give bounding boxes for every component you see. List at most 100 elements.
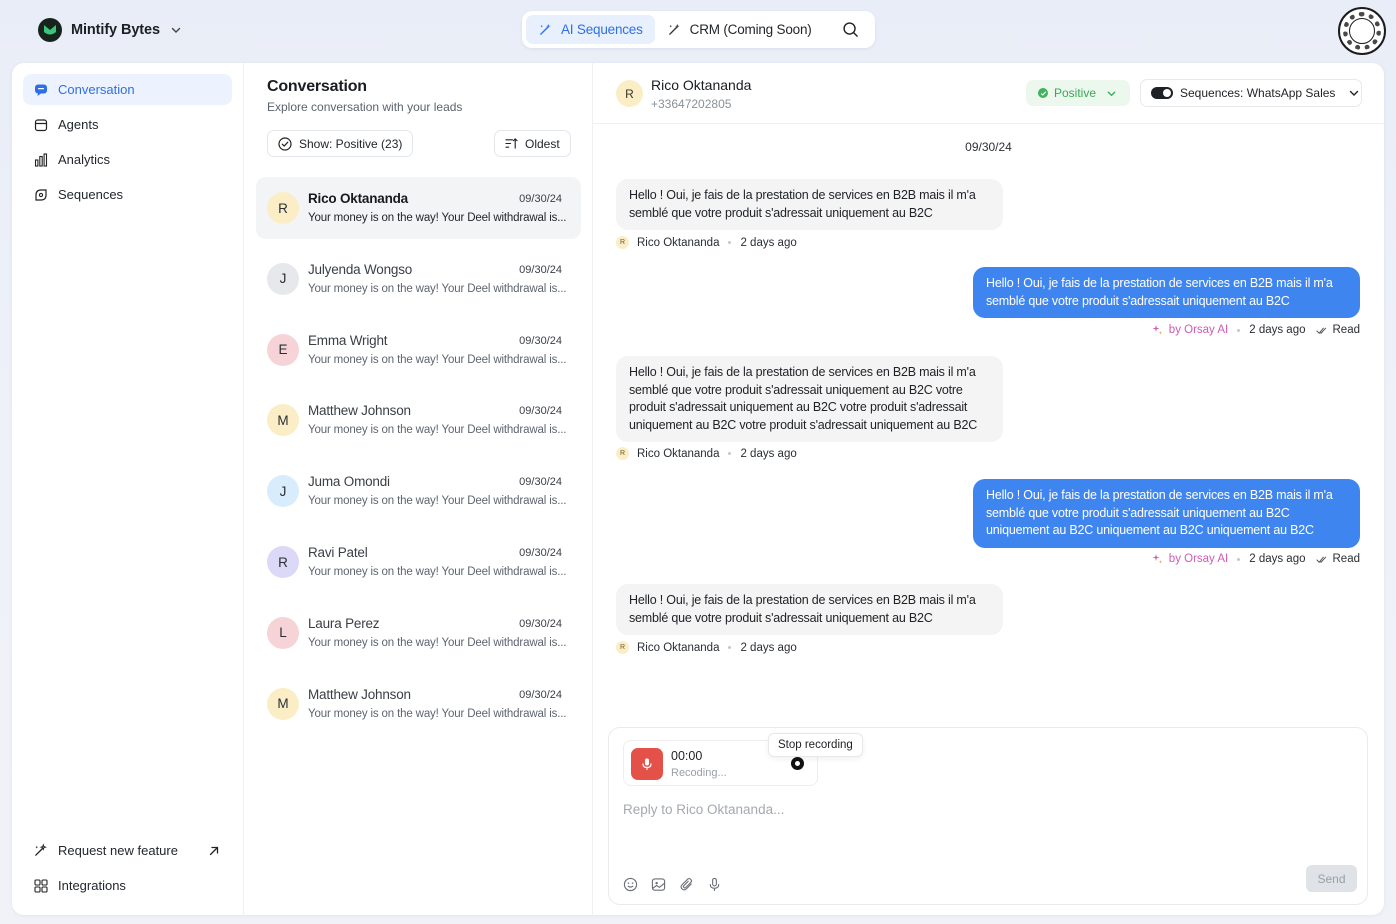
reply-input[interactable] [623, 796, 1343, 822]
message-time: 2 days ago [740, 641, 797, 654]
sidebar-item-label: Agents [58, 117, 99, 132]
status-dropdown[interactable]: Positive [1026, 80, 1130, 106]
recording-timer: 00:00 [671, 749, 703, 763]
message-meta: R Rico Oktananda 2 days ago [616, 447, 797, 460]
sidebar-item-agents[interactable]: Agents [23, 109, 232, 140]
message-time: 2 days ago [740, 447, 797, 460]
tab-ai-sequences[interactable]: AI Sequences [526, 15, 655, 44]
reply-composer: 00:00 Recoding... Stop recording Reply t… [608, 727, 1368, 905]
grid-icon [33, 878, 48, 893]
agent-icon [33, 117, 48, 132]
profile-badge-icon[interactable] [1338, 7, 1386, 55]
separator-dot [728, 241, 732, 244]
message-time: 2 days ago [740, 236, 797, 249]
double-check-icon [1315, 325, 1327, 336]
message-meta: by Orsay AI 2 days ago Read [1151, 553, 1360, 565]
separator-dot [1237, 557, 1241, 561]
chevron-down-icon [1348, 87, 1360, 99]
separator-dot [728, 452, 732, 455]
double-check-icon [1315, 554, 1327, 565]
avatar: J [267, 262, 299, 295]
sort-label: Oldest [525, 136, 560, 151]
conversation-date: 09/30/24 [519, 547, 562, 559]
conversation-preview: Your money is on the way! Your Deel with… [308, 495, 567, 508]
message-sender: Rico Oktananda [637, 641, 720, 654]
conversation-name: Ravi Patel [308, 545, 368, 560]
sidebar-item-label: Integrations [58, 878, 126, 893]
avatar: R [616, 236, 629, 249]
conversation-item[interactable]: R Rico Oktananda 09/30/24 Your money is on … [256, 177, 581, 239]
conversation-item[interactable]: L Laura Perez 09/30/24 Your money is on the… [256, 602, 581, 664]
microphone-icon[interactable] [707, 877, 722, 892]
sequence-dropdown[interactable]: Sequences: WhatsApp Sales [1140, 79, 1362, 107]
conversation-item[interactable]: M Matthew Johnson 09/30/24 Your money is on… [256, 389, 581, 451]
avatar: M [267, 687, 299, 720]
conversation-item[interactable]: J Julyenda Wongso 09/30/24 Your money is on… [256, 248, 581, 310]
conversation-name: Matthew Johnson [308, 403, 411, 419]
sidebar-item-analytics[interactable]: Analytics [23, 144, 232, 175]
chat-icon [33, 82, 48, 97]
separator-dot [1237, 328, 1241, 332]
message-meta: R Rico Oktananda 2 days ago [616, 641, 797, 654]
avatar: R [616, 447, 629, 460]
status-label: Positive [1054, 86, 1097, 100]
arrow-up-right-icon [208, 845, 220, 857]
attachment-icon[interactable] [679, 877, 694, 892]
sidebar-item-conversation[interactable]: Conversation [23, 74, 232, 105]
filter-button[interactable]: Show: Positive (23) [267, 130, 414, 157]
conversation-name: Julyenda Wongso [308, 261, 413, 277]
tab-crm-label: CRM (Coming Soon) [689, 22, 812, 37]
incoming-message: Hello ! Oui, je fais de la prestation de… [616, 356, 1003, 442]
conversation-item[interactable]: J Juma Omondi 09/30/24 Your money is on the… [256, 460, 581, 522]
sort-button[interactable]: Oldest [494, 130, 571, 157]
voice-recorder: 00:00 Recoding... Stop recording [623, 733, 863, 786]
contact-phone: +33647202805 [651, 97, 732, 111]
chat-panel: R Rico Oktananda +33647202805 Positive S… [593, 63, 1384, 915]
sidebar-item-label: Conversation [58, 82, 135, 97]
sparkle-icon [1151, 553, 1163, 565]
sidebar-item-label: Sequences [58, 187, 124, 202]
sort-icon [505, 137, 518, 150]
conversation-item[interactable]: E Emma Wright 09/30/24 Your money is on the… [256, 319, 581, 381]
conversation-name: Emma Wright [308, 332, 388, 348]
top-navigation: AI Sequences CRM (Coming Soon) [522, 11, 875, 48]
conversation-item[interactable]: R Ravi Patel 09/30/24 Your money is on the … [256, 531, 581, 593]
check-circle-icon [1038, 88, 1048, 98]
search-icon[interactable] [842, 21, 859, 38]
sidebar-item-sequences[interactable]: Sequences [23, 179, 232, 210]
conversation-date: 09/30/24 [519, 688, 562, 701]
sidebar-item-label: Request new feature [58, 843, 178, 858]
conversation-date: 09/30/24 [519, 617, 562, 630]
sidebar: Conversation Agents Analytics Sequences … [12, 63, 244, 915]
tab-crm[interactable]: CRM (Coming Soon) [655, 15, 824, 44]
conversation-preview: Your money is on the way! Your Deel with… [308, 707, 567, 720]
workspace-switcher[interactable]: Mintify Bytes [38, 17, 182, 43]
message-time: 2 days ago [1249, 324, 1306, 336]
contact-name: Rico Oktananda [651, 77, 752, 93]
app-shell: Conversation Agents Analytics Sequences … [12, 63, 1384, 915]
recording-status: Recoding... [671, 767, 727, 779]
send-button[interactable]: Send [1306, 865, 1357, 892]
outgoing-message: Hello ! Oui, je fais de la prestation de… [973, 479, 1360, 548]
stop-recording-button[interactable] [791, 757, 804, 770]
image-icon[interactable] [651, 877, 666, 892]
avatar: L [267, 616, 299, 649]
chevron-down-icon [1106, 88, 1117, 99]
read-receipt: Read [1332, 324, 1361, 336]
conversation-name: Rico Oktananda [308, 191, 408, 206]
chat-header: R Rico Oktananda +33647202805 Positive S… [593, 63, 1384, 124]
avatar: M [267, 404, 299, 437]
conversation-name: Matthew Johnson [308, 686, 411, 702]
conversation-date: 09/30/24 [519, 405, 562, 418]
sequence-toggle[interactable] [1151, 87, 1173, 99]
emoji-icon[interactable] [623, 877, 638, 892]
conversation-preview: Your money is on the way! Your Deel with… [308, 282, 567, 295]
ai-author: by Orsay AI [1168, 324, 1229, 336]
sidebar-item-integrations[interactable]: Integrations [23, 870, 232, 901]
message-time: 2 days ago [1249, 553, 1306, 565]
conversation-item[interactable]: M Matthew Johnson 09/30/24 Your money is on… [256, 673, 581, 735]
avatar: J [267, 475, 299, 508]
sidebar-item-label: Analytics [58, 152, 111, 167]
request-feature-link[interactable]: Request new feature [23, 835, 232, 866]
avatar: R [616, 80, 643, 107]
